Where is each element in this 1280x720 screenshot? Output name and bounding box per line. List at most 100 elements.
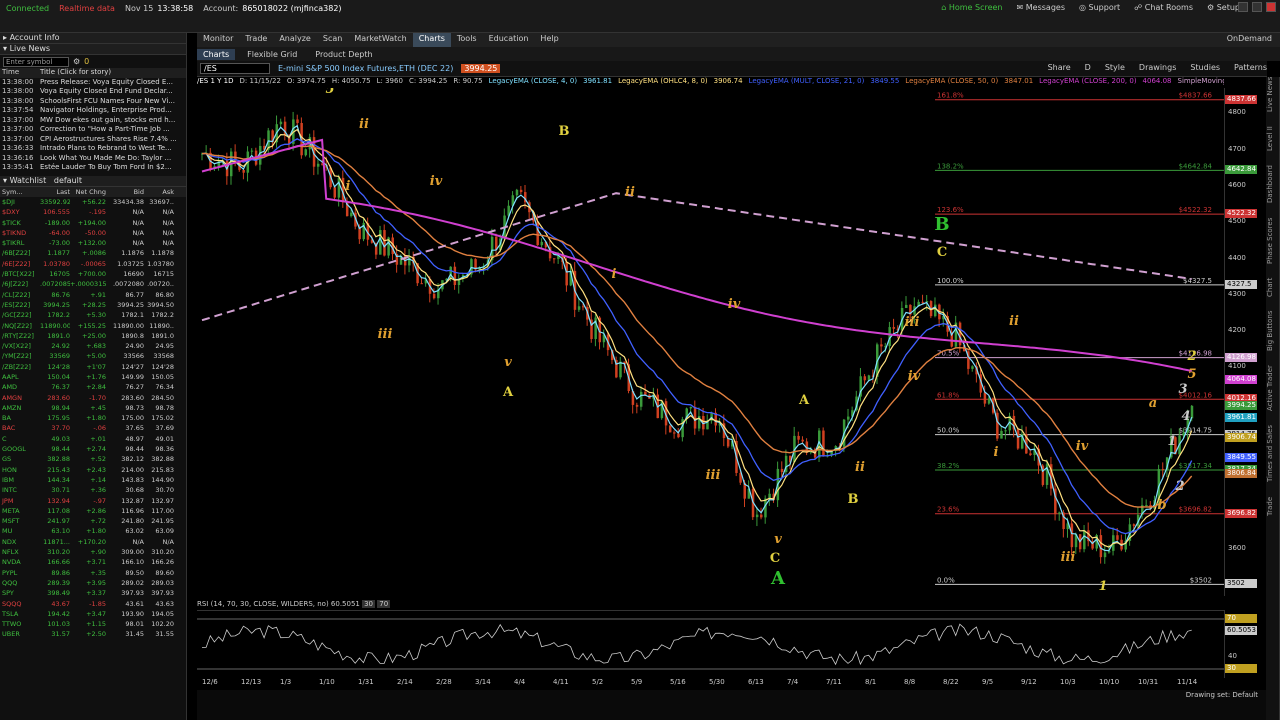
watchlist-col-1[interactable]: Last [40,188,70,196]
watchlist-row[interactable]: TSLA 194.42 +3.47 193.90 194.05 [0,609,186,619]
rsi-line[interactable] [202,623,1192,666]
watchlist-row[interactable]: $DJI 33592.92 +56.22 33434.38 33697.. [0,197,186,207]
news-row[interactable]: 13:35:41 Estée Lauder To Buy Tom Ford In … [0,163,186,173]
watchlist-row[interactable]: /6J[Z22] .0072085 +.0000315 .0072080.00720.… [0,279,186,289]
watchlist-col-0[interactable]: Sym... [0,188,40,196]
ema-50-line[interactable] [202,145,1193,508]
wave-label[interactable]: 1 [1098,579,1107,594]
wave-label[interactable]: i [994,445,999,460]
watchlist-row[interactable]: QQQ 289.39 +3.95 289.02 289.03 [0,578,186,588]
side-tab-phase-scores[interactable]: Phase Scores [1266,217,1279,263]
close-icon[interactable] [1266,2,1276,12]
wave-label[interactable]: C [937,245,947,260]
wave-label[interactable]: ii [855,460,865,475]
side-tab-level-ii[interactable]: Level II [1266,126,1279,151]
wave-label[interactable]: i [346,179,351,194]
price-chart-svg[interactable]: 161.8% $4837.66138.2% $4642.84123.6% $4522.… [197,82,1224,596]
news-row[interactable]: 13:36:16 Look What You Made Me Do: Taylor… [0,154,186,164]
menu-help[interactable]: Help [534,33,564,47]
ema-200-line[interactable] [201,138,1192,372]
watchlist-row[interactable]: /GC[Z22] 1782.2 +5.30 1782.1 1782.2 [0,310,186,320]
wave-label[interactable]: iv [430,174,443,189]
news-title[interactable]: Voya Equity Closed End Fund Declar... [40,87,173,97]
tool-studies-button[interactable]: Studies [1190,63,1220,72]
news-col-time[interactable]: Time [0,68,40,78]
watchlist-row[interactable]: /ES[Z22] 3994.25 +28.25 3994.25 3994.50 [0,300,186,310]
account-number[interactable]: 865018022 (mjfinca382) [242,4,341,13]
watchlist-row[interactable]: INTC 30.71 +.36 30.68 30.70 [0,485,186,495]
watchlist-row[interactable]: /NQ[Z22] 11890.00 +155.25 11890.00 11890.. [0,320,186,330]
wave-label[interactable]: ii [359,117,369,132]
side-tab-live-news[interactable]: Live News [1266,77,1279,112]
news-symbol-input[interactable]: Enter symbol [3,56,69,67]
wave-label[interactable]: A [502,385,514,400]
watchlist-row[interactable]: $DXY 106.555 -.195 N/A N/A [0,207,186,217]
time-axis[interactable]: 12/6 12/13 1/3 1/10 1/31 2/14 2/28 3/14 4/4 4/11 5… [197,678,1224,690]
watchlist-row[interactable]: JPM 132.94 -.97 132.87 132.97 [0,495,186,505]
gear-icon[interactable]: ⚙ [73,57,80,66]
news-row[interactable]: 13:38:00 Voya Equity Closed End Fund Decl… [0,87,186,97]
wave-label[interactable]: a [1149,396,1157,411]
menu-education[interactable]: Education [483,33,535,47]
symbol-input[interactable]: /ES [200,63,270,74]
wave-label[interactable]: iii [905,315,920,330]
watchlist-row[interactable]: AMD 76.37 +2.84 76.27 76.34 [0,382,186,392]
watchlist-row[interactable]: MU 63.10 +1.80 63.02 63.09 [0,526,186,536]
menu-monitor[interactable]: Monitor [197,33,239,47]
menu-scan[interactable]: Scan [317,33,348,47]
wave-label[interactable]: v [504,355,512,370]
watchlist-row[interactable]: /RTY[Z22] 1891.0 +25.00 1890.8 1891.0 [0,331,186,341]
watchlist-row[interactable]: /CL[Z22] 86.76 +.91 86.77 86.80 [0,289,186,299]
wave-label[interactable]: iv [908,369,921,384]
news-row[interactable]: 13:36:33 Intrado Plans to Rebrand to West… [0,144,186,154]
watchlist-row[interactable]: $TIKND -64.00 -50.00 N/A N/A [0,228,186,238]
wave-label[interactable]: 2 [1174,479,1184,494]
news-title[interactable]: MW Dow ekes out gain, stocks end h... [40,116,175,126]
watchlist-row[interactable]: /VX[X22] 24.92 +.683 24.90 24.95 [0,341,186,351]
wave-label[interactable]: B [848,492,859,507]
watchlist-row[interactable]: UBER 31.57 +2.50 31.45 31.55 [0,629,186,639]
news-row[interactable]: 13:37:00 Correction to "How a Part-Time J… [0,125,186,135]
watchlist-row[interactable]: SPY 398.49 +3.37 397.93 397.93 [0,588,186,598]
watchlist-row[interactable]: BA 175.95 +1.80 175.00 175.02 [0,413,186,423]
watchlist-col-2[interactable]: Net Chng [70,188,106,196]
wave-label[interactable]: A [770,568,786,589]
wave-label[interactable]: b [1157,498,1166,513]
maximize-icon[interactable] [1252,2,1262,12]
watchlist-row[interactable]: /ZB[Z22] 124'28 +1'07 124'27 124'28 [0,362,186,372]
watchlist-row[interactable]: $TICK -189.00 +194.00 N/A N/A [0,217,186,227]
watchlist-row[interactable]: AMGN 283.60 -1.70 283.60 284.50 [0,392,186,402]
setup-button[interactable]: ⚙ Setup [1207,3,1240,12]
side-tab-dashboard[interactable]: Dashboard [1266,165,1279,203]
sma-200-line[interactable] [201,192,1192,322]
wave-label[interactable]: 1 [1167,434,1176,449]
news-title[interactable]: Estée Lauder To Buy Tom Ford In $2... [40,163,172,173]
watchlist-row[interactable]: /BTC[X22] 16705 +700.00 16690 16715 [0,269,186,279]
news-row[interactable]: 13:38:00 Press Release: Voya Equity Close… [0,78,186,88]
watchlist-row[interactable]: NDX 11871... +170.20 N/A N/A [0,537,186,547]
live-news-header[interactable]: ▾ Live News [0,44,186,55]
watchlist-row[interactable]: /6E[Z22] 1.03780 -.00065 1.03725 1.03780 [0,259,186,269]
tool-patterns-button[interactable]: Patterns [1234,63,1267,72]
drawing-set-label[interactable]: Drawing set: Default [1186,691,1258,699]
tool-drawings-button[interactable]: Drawings [1139,63,1176,72]
watchlist-row[interactable]: TTWO 101.03 +1.15 98.01 102.20 [0,619,186,629]
watchlist-row[interactable]: GS 382.88 +.52 382.12 382.88 [0,454,186,464]
watchlist-row[interactable]: /YM[Z22] 33569 +5.00 33566 33568 [0,351,186,361]
wave-label[interactable]: 5 [325,82,334,97]
account-info-header[interactable]: ▸ Account Info [0,33,186,44]
home-screen-button[interactable]: ⌂ Home Screen [941,3,1002,12]
subtab-charts[interactable]: Charts [197,48,236,60]
watchlist-row[interactable]: NVDA 166.66 +3.71 166.10 166.26 [0,557,186,567]
menu-marketwatch[interactable]: MarketWatch [348,33,412,47]
wave-label[interactable]: A [798,393,810,408]
support-button[interactable]: ◎ Support [1079,3,1120,12]
news-title[interactable]: CPI Aerostructures Shares Rise 7.4% ... [40,135,177,145]
menu-charts[interactable]: Charts [412,33,451,47]
side-tab-times-and-sales[interactable]: Times and Sales [1266,425,1279,482]
watchlist-row[interactable]: $TIKRL -73.00 +132.00 N/A N/A [0,238,186,248]
watchlist-row[interactable]: META 117.08 +2.86 116.96 117.00 [0,506,186,516]
news-title[interactable]: Intrado Plans to Rebrand to West Te... [40,144,172,154]
side-tab-trade[interactable]: Trade [1266,496,1279,515]
watchlist-row[interactable]: C 49.03 +.01 48.97 49.01 [0,434,186,444]
